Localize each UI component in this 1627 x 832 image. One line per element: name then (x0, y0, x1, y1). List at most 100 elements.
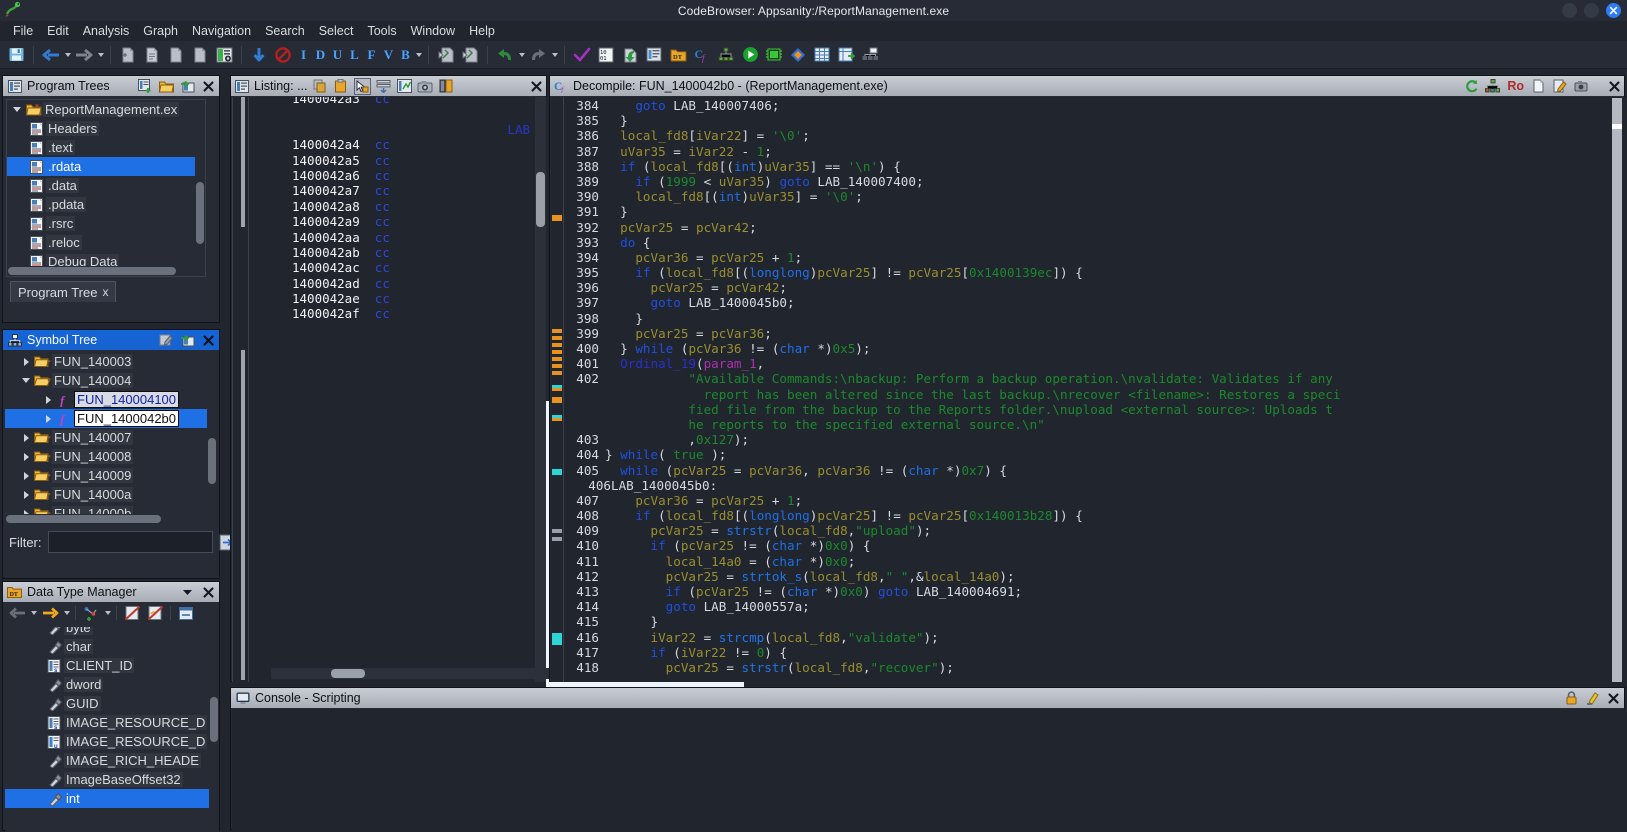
data-type-list[interactable]: byte char s CLIENT_ID dword GUID s IMAGE_RESOUR… (5, 627, 219, 832)
data-type-item[interactable]: u IMAGE_RESOURCE_D (5, 732, 219, 751)
listing-row[interactable]: 1400042ab cc (292, 245, 532, 260)
paste-special-icon[interactable] (141, 44, 163, 66)
menu-analysis[interactable]: Analysis (76, 23, 137, 39)
menu-navigation[interactable]: Navigation (185, 23, 258, 39)
listing-row[interactable]: 1400042a9 cc (292, 214, 532, 229)
run-icon[interactable] (739, 44, 761, 66)
listing-icon[interactable] (643, 44, 665, 66)
symbol-tree-item[interactable]: FUN_140003 (5, 352, 217, 371)
fields-icon[interactable] (375, 78, 392, 95)
maximize-button[interactable] (1584, 3, 1599, 18)
program-tree-root[interactable]: ReportManagement.ex (7, 100, 205, 119)
decompiler-line[interactable]: 401 Ordinal_19(param_1, (565, 356, 1617, 371)
import-icon[interactable] (619, 44, 641, 66)
decompiler-close-icon[interactable] (1606, 78, 1622, 94)
listing-row[interactable]: 1400042ac cc (292, 260, 532, 275)
symbol-tree-close-icon[interactable] (200, 332, 216, 348)
forward-arrow-icon[interactable] (73, 44, 95, 66)
program-tree-item[interactable]: .rdata (7, 157, 205, 176)
program-tree-item[interactable]: .rsrc (7, 214, 205, 233)
export-icon[interactable] (179, 78, 196, 95)
decompiler-line[interactable]: 393 do { (565, 235, 1617, 250)
toolbar-letter-l[interactable]: L (346, 47, 363, 63)
symbol-tree-list[interactable]: FUN_140003 FUN_140004 f FUN_140004100 f FUN_1… (5, 352, 217, 524)
down-arrow-icon[interactable] (248, 44, 270, 66)
decompiler-line[interactable]: 385 } (565, 113, 1617, 128)
symbol-tree-twisty-icon[interactable] (19, 488, 33, 502)
filter-input[interactable] (47, 531, 213, 553)
refresh-icon[interactable] (1463, 78, 1480, 95)
decompiler-line[interactable]: 399 pcVar25 = pcVar36; (565, 326, 1617, 341)
program-tree-item[interactable]: .text (7, 138, 205, 157)
decompiler-line[interactable]: 386 local_fd8[iVar22] = '\0'; (565, 128, 1617, 143)
menu-graph[interactable]: Graph (136, 23, 185, 39)
lock-icon[interactable] (1563, 690, 1580, 707)
check-icon[interactable] (571, 44, 593, 66)
decompiler-overview-bar[interactable] (1612, 98, 1622, 682)
listing-row[interactable]: 1400042ae cc (292, 291, 532, 306)
redo-icon[interactable] (527, 44, 549, 66)
symbol-tree-hscrollbar[interactable] (5, 514, 207, 524)
data-type-manager-icon[interactable]: DT (667, 44, 689, 66)
symbol-tree-item[interactable]: f FUN_1400042b0 (5, 409, 217, 428)
decompiler-line[interactable]: 391 } (565, 204, 1617, 219)
listing-row[interactable]: 1400042a8 cc (292, 199, 532, 214)
decompiler-line[interactable]: 404} while( true ); (565, 447, 1617, 462)
data-type-item[interactable]: s IMAGE_RESOURCE_D (5, 713, 219, 732)
symbol-tree-twisty-icon[interactable] (19, 450, 33, 464)
new-tree-icon[interactable] (137, 78, 154, 95)
bytes-viewer-icon[interactable] (213, 44, 235, 66)
decompiler-icon[interactable]: Cf (691, 44, 713, 66)
program-tree-hscrollbar[interactable] (7, 266, 195, 276)
program-tree-item[interactable]: .data (7, 176, 205, 195)
decompiler-line[interactable]: 407 pcVar36 = pcVar25 + 1; (565, 493, 1617, 508)
data-type-item[interactable]: IMAGE_RICH_HEADE (5, 751, 219, 770)
save-icon[interactable] (5, 44, 27, 66)
data-type-item[interactable]: GUID (5, 694, 219, 713)
listing-row[interactable]: 1400042ad cc (292, 276, 532, 291)
program-tree-item[interactable]: .reloc (7, 233, 205, 252)
decompiler-line[interactable]: 390 local_fd8[(int)uVar35] = '\0'; (565, 189, 1617, 204)
listing-row[interactable]: 1400042aa cc (292, 230, 532, 245)
decompiler-line[interactable]: 410 if (pcVar25 != (char *)0x0) { (565, 538, 1617, 553)
menu-window[interactable]: Window (404, 23, 462, 39)
decompiler-line[interactable]: 392 pcVar25 = pcVar42; (565, 220, 1617, 235)
decompiler-line[interactable]: report has been altered since the last b… (565, 387, 1617, 402)
toolbar-letter-f[interactable]: F (363, 47, 380, 63)
decompiler-line[interactable]: 416 iVar22 = strcmp(local_fd8,"validate"… (565, 630, 1617, 645)
diamond-icon[interactable] (787, 44, 809, 66)
program-trees-close-icon[interactable] (200, 78, 216, 94)
copy-icon[interactable] (312, 78, 329, 95)
toolbar-letter-i[interactable]: I (295, 47, 312, 63)
toolbar-letter-v[interactable]: V (380, 47, 397, 63)
memory-map-icon[interactable] (763, 44, 785, 66)
decompiler-line[interactable]: 398 } (565, 311, 1617, 326)
decompiler-line[interactable]: 414 goto LAB_14000557a; (565, 599, 1617, 614)
paste-icon[interactable] (333, 78, 350, 95)
toggle-icon[interactable] (438, 78, 455, 95)
listing-close-icon[interactable] (528, 78, 544, 94)
decompiler-line[interactable]: 409 pcVar25 = strstr(local_fd8,"upload")… (565, 523, 1617, 538)
no-entry-icon[interactable] (272, 44, 294, 66)
table-icon[interactable] (811, 44, 833, 66)
back-dropdown[interactable] (63, 44, 72, 66)
symbol-tree-twisty-icon[interactable] (19, 431, 33, 445)
redo-dropdown[interactable] (550, 44, 559, 66)
data-type-item[interactable]: int (5, 789, 219, 808)
symbol-tree-twisty-icon[interactable] (41, 393, 55, 407)
snapshot-dropdown[interactable] (1593, 77, 1602, 95)
listing-hscrollbar[interactable] (271, 668, 561, 679)
listing-row[interactable]: 1400042a4 cc (292, 137, 532, 152)
data-type-item[interactable]: ImageBaseOffset32 (5, 770, 219, 789)
dtm-close-icon[interactable] (200, 584, 216, 600)
data-type-vscrollbar[interactable] (209, 627, 219, 832)
symbol-tree-twisty-icon[interactable] (41, 412, 55, 426)
decompiler-line[interactable]: 384 goto LAB_140007406; (565, 98, 1617, 113)
diff-right-icon[interactable] (459, 44, 481, 66)
close-button[interactable] (1606, 3, 1621, 18)
menu-file[interactable]: File (6, 23, 40, 39)
back-arrow-icon[interactable] (7, 603, 27, 623)
listing-code-area[interactable]: 1400042a3 cc LAB 1400042a4 cc 1400042a5 cc… (232, 97, 547, 682)
decompiler-line[interactable]: 415 } (565, 614, 1617, 629)
undo-dropdown[interactable] (517, 44, 526, 66)
